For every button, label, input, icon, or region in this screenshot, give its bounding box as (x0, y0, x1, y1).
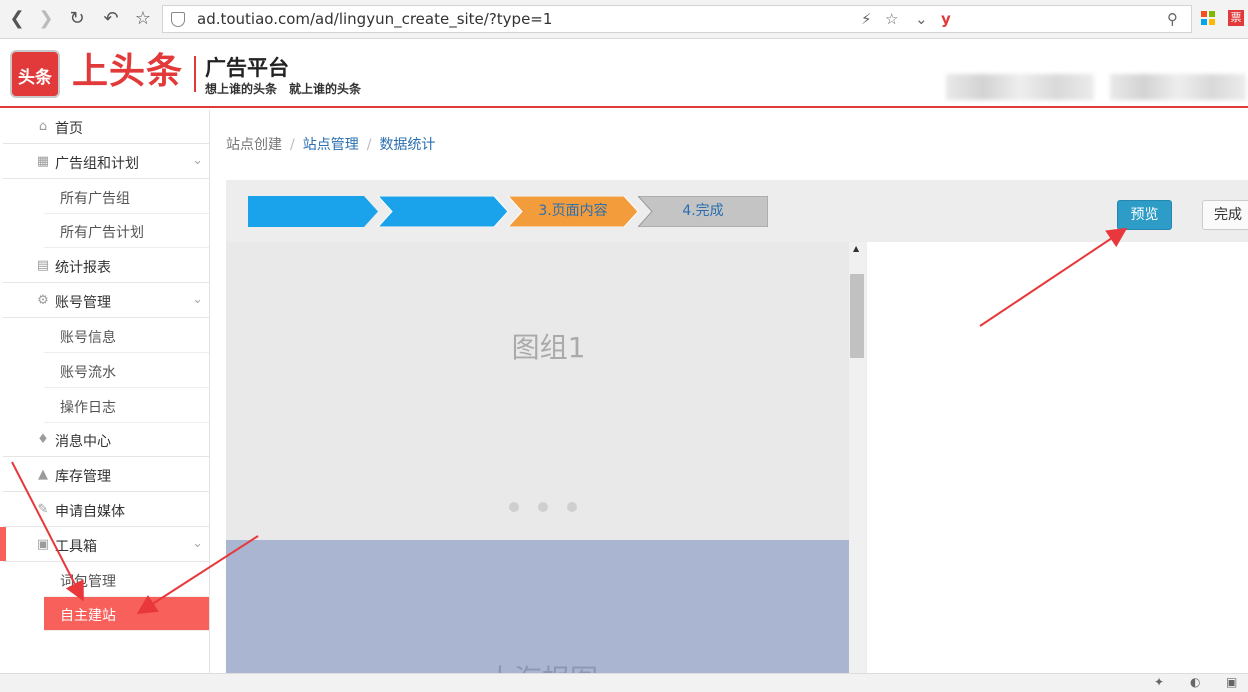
browser-toolbar: ❮ ❯ ↻ ↶ ☆ ad.toutiao.com/ad/lingyun_crea… (0, 0, 1248, 39)
sidebar-subitem-label: 所有广告组 (60, 191, 130, 207)
sidebar: ⌂ 首页 ▦ 广告组和计划 ⌄ 所有广告组 所有广告计划 ▤ 统计报表 ⚙ 账号… (0, 110, 210, 692)
poster-title: 大海报图 (486, 658, 598, 673)
sidebar-subitem-label: 操作日志 (60, 400, 116, 416)
step-page-settings[interactable]: 2.页面设置 (378, 196, 508, 227)
sidebar-item-home[interactable]: ⌂ 首页 (3, 110, 209, 144)
step-label: 4.完成 (682, 203, 724, 219)
step-complete[interactable]: 4.完成 (638, 196, 768, 227)
sidebar-subitem-operation-log[interactable]: 操作日志 (44, 389, 209, 423)
bookmark-star-icon[interactable]: ☆ (132, 8, 154, 30)
sidebar-item-self-media[interactable]: ✎ 申请自媒体 (3, 493, 209, 527)
chevron-down-icon[interactable]: ⌄ (915, 10, 928, 28)
breadcrumb: 站点创建 / 站点管理 / 数据统计 (226, 137, 436, 153)
logo-divider (194, 56, 196, 92)
sidebar-subitem-label: 账号信息 (60, 330, 116, 346)
sidebar-item-label: 申请自媒体 (55, 504, 125, 520)
blurred-account-name (946, 74, 1094, 100)
chevron-down-icon[interactable]: ⌄ (192, 292, 203, 307)
chevron-down-icon[interactable]: ⌄ (192, 536, 203, 551)
image-group-block[interactable]: 图组1 (226, 242, 849, 540)
carousel-dot[interactable] (509, 502, 519, 512)
sidebar-item-label: 消息中心 (55, 434, 111, 450)
logo-wordmark: 上头条 (72, 51, 184, 92)
back-icon[interactable]: ❮ (6, 8, 28, 30)
bank-icon: ▲ (38, 467, 48, 482)
site-header: 头条 上头条 广告平台 想上谁的头条 就上谁的头条 (0, 40, 1248, 108)
properties-panel (867, 242, 1248, 673)
sidebar-item-toolbox[interactable]: ▣ 工具箱 ⌄ (3, 528, 209, 562)
sidebar-item-label: 首页 (55, 121, 83, 137)
address-bar[interactable]: ad.toutiao.com/ad/lingyun_create_site/?t… (162, 5, 1192, 33)
logo-badge-text: 头条 (18, 68, 52, 88)
browser-status-bar: ✦ ◐ ▣ (0, 673, 1248, 692)
step-page-content[interactable]: 3.页面内容 (508, 196, 638, 227)
sidebar-item-label: 账号管理 (55, 295, 111, 311)
poster-image-block[interactable]: 大海报图 (226, 540, 849, 673)
chevron-down-icon[interactable]: ⌄ (192, 153, 203, 168)
sidebar-subitem-label: 词包管理 (60, 574, 116, 590)
carousel-dot[interactable] (538, 502, 548, 512)
windows-apps-icon[interactable] (1200, 10, 1216, 26)
bar-chart-icon: ▤ (36, 258, 50, 273)
sidebar-subitem-label: 自主建站 (60, 608, 116, 624)
step-label: 2.页面设置 (408, 203, 478, 219)
done-button[interactable]: 完成 (1202, 200, 1248, 230)
platform-title: 广告平台 (205, 56, 289, 80)
breadcrumb-item-data-stats[interactable]: 数据统计 (379, 137, 435, 153)
step-page-basic[interactable]: 1.页面基础 (248, 196, 378, 227)
slogan: 想上谁的头条 就上谁的头条 (205, 82, 362, 96)
shield-icon (171, 12, 185, 27)
sidebar-subitem-all-groups[interactable]: 所有广告组 (44, 180, 209, 214)
reload-icon[interactable]: ↻ (66, 8, 88, 30)
scrollbar-thumb[interactable] (850, 274, 864, 358)
sidebar-subitem-account-flow[interactable]: 账号流水 (44, 354, 209, 388)
sidebar-item-reports[interactable]: ▤ 统计报表 (3, 249, 209, 283)
gears-icon: ⚙ (37, 293, 49, 308)
carousel-dot[interactable] (567, 502, 577, 512)
toutiao-logo[interactable]: 头条 (10, 50, 60, 98)
sidebar-item-label: 工具箱 (55, 539, 97, 555)
search-icon[interactable]: ⚲ (1167, 10, 1178, 28)
step-label: 1.页面基础 (278, 203, 348, 219)
star-icon[interactable]: ☆ (885, 10, 898, 28)
sidebar-subitem-label: 所有广告计划 (60, 225, 144, 241)
sidebar-subitem-self-site[interactable]: 自主建站 (44, 597, 209, 631)
scroll-up-arrow-icon[interactable]: ▲ (853, 244, 859, 253)
sidebar-subitem-word-package[interactable]: 词包管理 (44, 563, 209, 597)
undo-icon[interactable]: ↶ (100, 8, 122, 30)
bell-icon: ♦ (37, 432, 49, 447)
extension-y-icon[interactable]: y (941, 10, 951, 28)
sidebar-subitem-label: 账号流水 (60, 365, 116, 381)
briefcase-icon: ▣ (36, 537, 50, 552)
home-icon: ⌂ (38, 119, 48, 134)
ticket-icon[interactable]: 票 (1228, 10, 1244, 26)
sidebar-item-inventory[interactable]: ▲ 库存管理 (3, 458, 209, 492)
speed-icon[interactable]: ◐ (1190, 675, 1200, 689)
calendar-icon: ▦ (36, 154, 50, 169)
sidebar-subitem-all-plans[interactable]: 所有广告计划 (44, 214, 209, 248)
image-group-title: 图组1 (511, 331, 586, 364)
breadcrumb-item-site-create[interactable]: 站点创建 (226, 137, 282, 153)
pencil-icon: ✎ (37, 502, 49, 517)
sidebar-subitem-account-info[interactable]: 账号信息 (44, 319, 209, 353)
step-label: 3.页面内容 (538, 203, 608, 219)
pin-icon[interactable]: ✦ (1154, 675, 1164, 689)
breadcrumb-item-site-manage[interactable]: 站点管理 (303, 137, 359, 153)
lightning-icon[interactable]: ⚡ (861, 10, 872, 28)
sidebar-item-label: 库存管理 (55, 469, 111, 485)
sidebar-item-account[interactable]: ⚙ 账号管理 ⌄ (3, 284, 209, 318)
sidebar-item-label: 广告组和计划 (55, 156, 139, 172)
sidebar-item-ad-groups[interactable]: ▦ 广告组和计划 ⌄ (3, 145, 209, 179)
forward-icon[interactable]: ❯ (35, 8, 57, 30)
preview-button[interactable]: 预览 (1117, 200, 1172, 230)
url-text[interactable]: ad.toutiao.com/ad/lingyun_create_site/?t… (197, 10, 552, 28)
sidebar-item-messages[interactable]: ♦ 消息中心 (3, 423, 209, 457)
sidebar-item-label: 统计报表 (55, 260, 111, 276)
active-section-marker (0, 527, 6, 561)
blurred-account-id (1110, 74, 1246, 100)
trash-icon[interactable]: ▣ (1226, 675, 1237, 689)
